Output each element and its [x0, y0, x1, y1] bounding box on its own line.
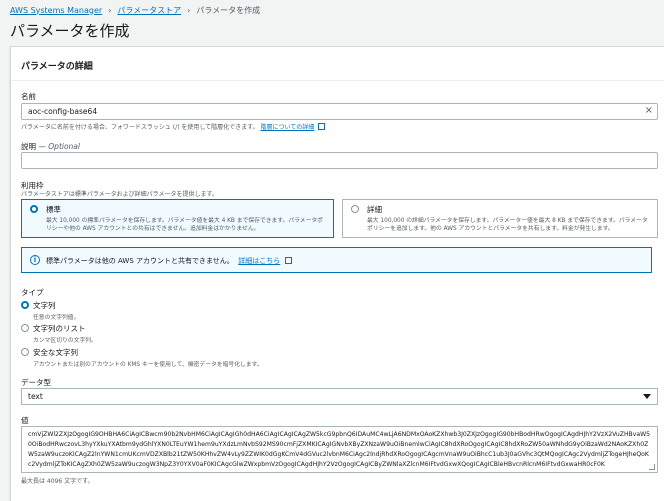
- standard-radio[interactable]: [30, 205, 38, 213]
- stringlist-radio[interactable]: [21, 324, 29, 332]
- value-hint: 最大長は 4096 文字です。: [21, 478, 94, 485]
- standard-description: 最大 10,000 の標準パラメータを保存します。パラメータ値を最大 4 KB …: [46, 218, 323, 232]
- type-option-string[interactable]: 文字列 任意の文字列値。: [21, 300, 79, 321]
- name-input[interactable]: aoc-config-base64 ×: [21, 103, 658, 120]
- value-textarea[interactable]: cmVjZWl2ZXJzOgogIG9OHBHA6CiAgICBwcm90b2N…: [21, 426, 658, 473]
- tier-description: パラメータストアは標準パラメータおよび詳細パラメータを提供します。: [21, 191, 218, 198]
- resize-handle-icon[interactable]: [649, 464, 655, 470]
- type-label: タイプ: [21, 288, 44, 297]
- info-alert-text: 標準パラメータは他の AWS アカウントと共有できません。: [46, 257, 234, 265]
- value-textarea-content: cmVjZWl2ZXJzOgogIG9OHBHA6CiAgICBwcm90b2N…: [28, 431, 650, 468]
- panel-title: パラメータの詳細: [11, 47, 664, 81]
- type-option-desc: カンマ区切りの文字列。: [33, 338, 97, 344]
- description-label: 説明 — Optional: [21, 141, 80, 152]
- info-learn-more-link[interactable]: 詳細はこちら: [238, 257, 280, 265]
- type-option-stringlist[interactable]: 文字列のリスト カンマ区切りの文字列。: [21, 323, 97, 344]
- type-option-title: 文字列: [33, 301, 56, 310]
- data-type-value: text: [28, 392, 43, 401]
- advanced-description: 最大 100,000 の詳細パラメータを保存します。パラメーター値を最大 8 K…: [367, 218, 648, 232]
- string-radio[interactable]: [21, 301, 29, 309]
- data-type-label: データ型: [21, 378, 51, 387]
- advanced-title: 詳細: [367, 205, 382, 214]
- type-option-desc: アカウントまたは別のアカウントの KMS キーを使用して、機密データを暗号化しま…: [33, 362, 263, 368]
- breadcrumb: AWS Systems Manager › パラメータストア › パラメータを作…: [10, 4, 260, 16]
- info-alert: i 標準パラメータは他の AWS アカウントと共有できません。 詳細はこちら: [21, 247, 652, 273]
- breadcrumb-root-link[interactable]: AWS Systems Manager: [10, 6, 102, 15]
- type-option-title: 安全な文字列: [33, 348, 78, 357]
- value-label: 値: [21, 416, 29, 425]
- description-label-text: 説明: [21, 142, 36, 151]
- hierarchy-learn-more-link[interactable]: 階層についての詳細: [260, 124, 314, 131]
- breadcrumb-parent-link[interactable]: パラメータストア: [117, 5, 181, 16]
- type-option-securestring[interactable]: 安全な文字列 アカウントまたは別のアカウントの KMS キーを使用して、機密デー…: [21, 347, 263, 368]
- tier-standard-option[interactable]: 標準 最大 10,000 の標準パラメータを保存します。パラメータ値を最大 4 …: [21, 199, 334, 238]
- chevron-right-icon: ›: [187, 5, 191, 15]
- name-hint: パラメータに名前を付ける場合、フォワードスラッシュ (/) を使用して階層化でき…: [21, 122, 326, 131]
- name-label: 名前: [21, 92, 36, 101]
- data-type-select[interactable]: text: [21, 388, 658, 405]
- securestring-radio[interactable]: [21, 348, 29, 356]
- description-input[interactable]: [21, 152, 658, 169]
- parameter-details-panel: パラメータの詳細 名前 aoc-config-base64 × パラメータに名前…: [10, 46, 664, 501]
- external-link-icon: [318, 123, 326, 130]
- standard-title: 標準: [46, 205, 61, 214]
- name-hint-text: パラメータに名前を付ける場合、フォワードスラッシュ (/) を使用して階層化でき…: [21, 124, 259, 131]
- name-input-value: aoc-config-base64: [28, 107, 98, 116]
- type-option-title: 文字列のリスト: [33, 324, 86, 333]
- external-link-icon: [284, 257, 292, 264]
- tier-advanced-option[interactable]: 詳細 最大 100,000 の詳細パラメータを保存します。パラメーター値を最大 …: [342, 199, 658, 238]
- advanced-radio[interactable]: [351, 205, 359, 213]
- chevron-right-icon: ›: [108, 5, 112, 15]
- clear-icon[interactable]: ×: [645, 106, 653, 116]
- optional-text: — Optional: [38, 142, 80, 151]
- type-option-desc: 任意の文字列値。: [33, 315, 80, 321]
- info-icon: i: [30, 255, 40, 265]
- page-title: パラメータを作成: [10, 22, 130, 40]
- breadcrumb-current: パラメータを作成: [196, 5, 261, 15]
- caret-down-icon: [643, 394, 651, 399]
